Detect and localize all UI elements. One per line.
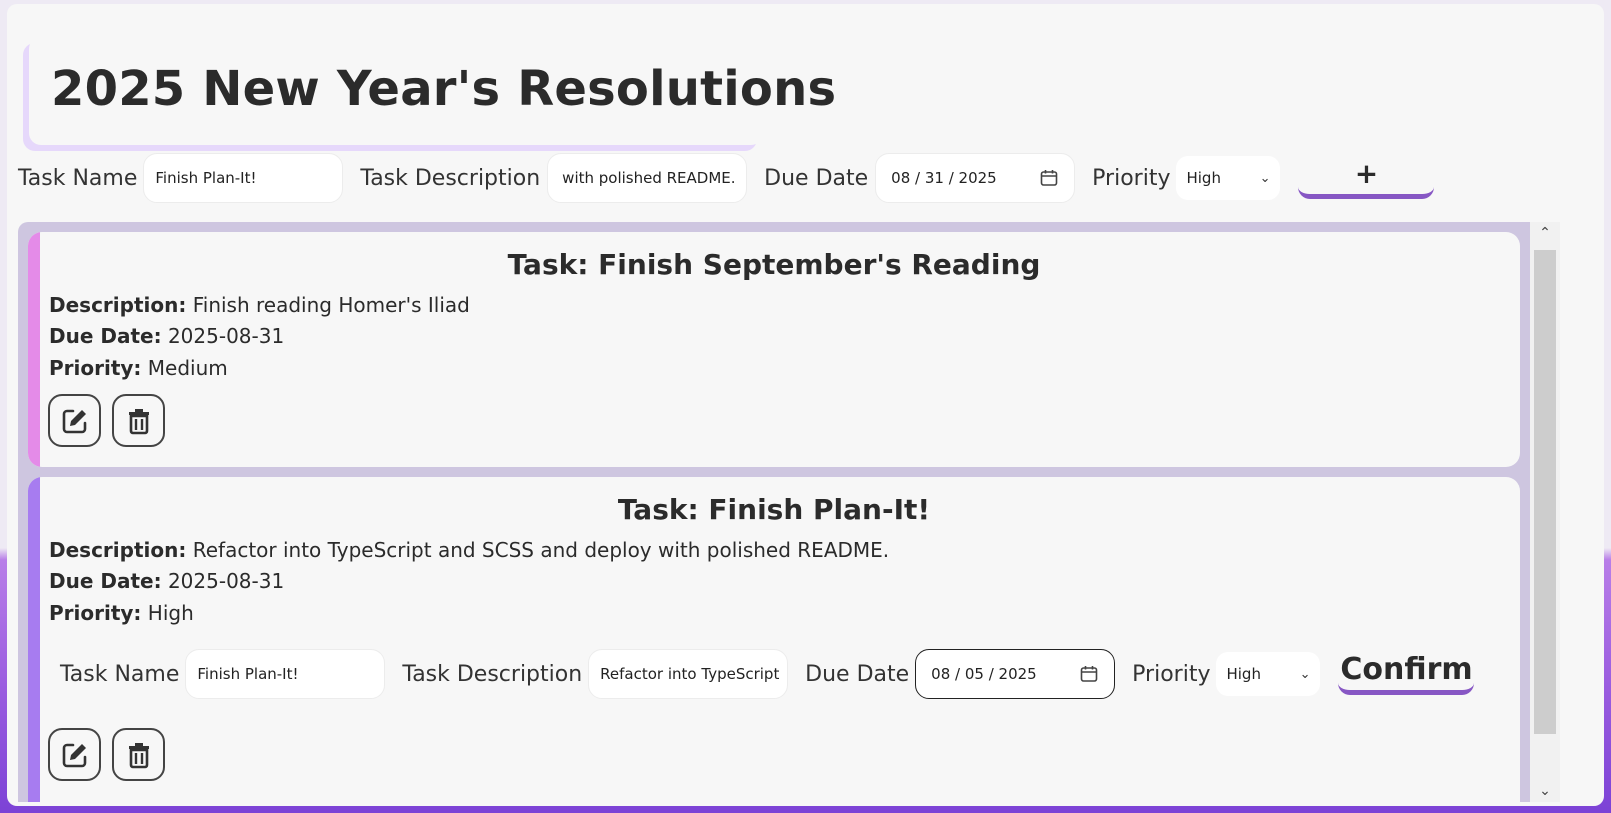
edit-task-description-value: Refactor into TypeScript	[600, 665, 780, 683]
chevron-down-icon: ⌄	[1299, 666, 1311, 682]
delete-button[interactable]	[112, 394, 165, 447]
edit-due-date-input[interactable]: 08 / 05 / 2025	[915, 649, 1116, 699]
add-task-button[interactable]: +	[1298, 153, 1435, 199]
task-name-label: Task Name	[60, 661, 180, 687]
task-description-label: Task Description	[402, 661, 583, 687]
task-title: Task: Finish September's Reading	[507, 248, 1041, 281]
edit-priority-value: High	[1226, 665, 1261, 683]
edit-priority-select[interactable]: High ⌄	[1216, 652, 1321, 696]
task-card: Task: Finish September's Reading Descrip…	[28, 232, 1520, 467]
task-due-date: Due Date: 2025-08-31	[49, 569, 284, 593]
app-panel: 2025 New Year's Resolutions Task Name Fi…	[7, 4, 1604, 806]
add-task-form: Task Name Finish Plan-It! Task Descripti…	[18, 153, 1435, 203]
edit-button[interactable]	[48, 728, 101, 781]
priority-select[interactable]: High ⌄	[1176, 156, 1281, 200]
scrollbar[interactable]: ⌃ ⌄	[1530, 222, 1560, 802]
priority-value: Medium	[147, 356, 228, 380]
priority-value: High	[1186, 169, 1221, 187]
due-date-label: Due Date:	[49, 324, 162, 348]
edit-icon	[62, 743, 86, 767]
description-value: Refactor into TypeScript and SCSS and de…	[192, 538, 890, 562]
task-description-input[interactable]: with polished README.	[547, 153, 748, 203]
edit-task-form: Task Name Finish Plan-It! Task Descripti…	[60, 649, 1475, 699]
edit-icon	[62, 409, 86, 433]
scroll-thumb[interactable]	[1534, 250, 1556, 734]
task-description-value: with polished README.	[562, 169, 736, 187]
task-list[interactable]: Task: Finish September's Reading Descrip…	[18, 222, 1530, 802]
task-name-label: Task Name	[18, 165, 138, 191]
edit-task-name-input[interactable]: Finish Plan-It!	[185, 649, 386, 699]
description-label: Description:	[49, 538, 187, 562]
trash-icon	[128, 408, 149, 434]
task-name-input[interactable]: Finish Plan-It!	[143, 153, 344, 203]
task-description: Description: Refactor into TypeScript an…	[49, 538, 889, 562]
edit-button[interactable]	[48, 394, 101, 447]
trash-icon	[128, 742, 149, 768]
priority-value: High	[147, 601, 194, 625]
delete-button[interactable]	[112, 728, 165, 781]
due-date-label: Due Date	[764, 165, 869, 191]
description-value: Finish reading Homer's Iliad	[192, 293, 470, 317]
due-date-input[interactable]: 08 / 31 / 2025	[875, 153, 1076, 203]
page-title: 2025 New Year's Resolutions	[51, 61, 837, 117]
edit-task-description-input[interactable]: Refactor into TypeScript	[588, 649, 789, 699]
priority-label: Priority	[1092, 165, 1171, 191]
edit-due-date-value: 08 / 05 / 2025	[931, 665, 1037, 683]
scroll-up-arrow[interactable]: ⌃	[1530, 222, 1560, 244]
priority-label: Priority:	[49, 601, 142, 625]
due-date-value: 08 / 31 / 2025	[891, 169, 997, 187]
title-box: 2025 New Year's Resolutions	[29, 37, 836, 145]
due-date-label: Due Date:	[49, 569, 162, 593]
due-date-value: 2025-08-31	[167, 569, 285, 593]
task-description: Description: Finish reading Homer's Ilia…	[49, 293, 470, 317]
priority-label: Priority:	[49, 356, 142, 380]
due-date-label: Due Date	[805, 661, 910, 687]
edit-task-name-value: Finish Plan-It!	[197, 665, 299, 683]
calendar-icon[interactable]	[1039, 168, 1059, 188]
priority-label: Priority	[1132, 661, 1211, 687]
task-card: Task: Finish Plan-It! Description: Refac…	[28, 477, 1520, 802]
chevron-down-icon: ⌄	[1259, 170, 1271, 186]
due-date-value: 2025-08-31	[167, 324, 285, 348]
add-task-label: +	[1354, 157, 1379, 190]
confirm-label: Confirm	[1340, 652, 1473, 687]
task-due-date: Due Date: 2025-08-31	[49, 324, 284, 348]
calendar-icon[interactable]	[1079, 664, 1099, 684]
task-priority: Priority: Medium	[49, 356, 228, 380]
description-label: Description:	[49, 293, 187, 317]
task-name-value: Finish Plan-It!	[155, 169, 257, 187]
task-priority: Priority: High	[49, 601, 194, 625]
scroll-down-arrow[interactable]: ⌄	[1530, 780, 1560, 802]
confirm-button[interactable]: Confirm	[1338, 649, 1475, 695]
task-title: Task: Finish Plan-It!	[617, 493, 931, 526]
task-description-label: Task Description	[360, 165, 541, 191]
